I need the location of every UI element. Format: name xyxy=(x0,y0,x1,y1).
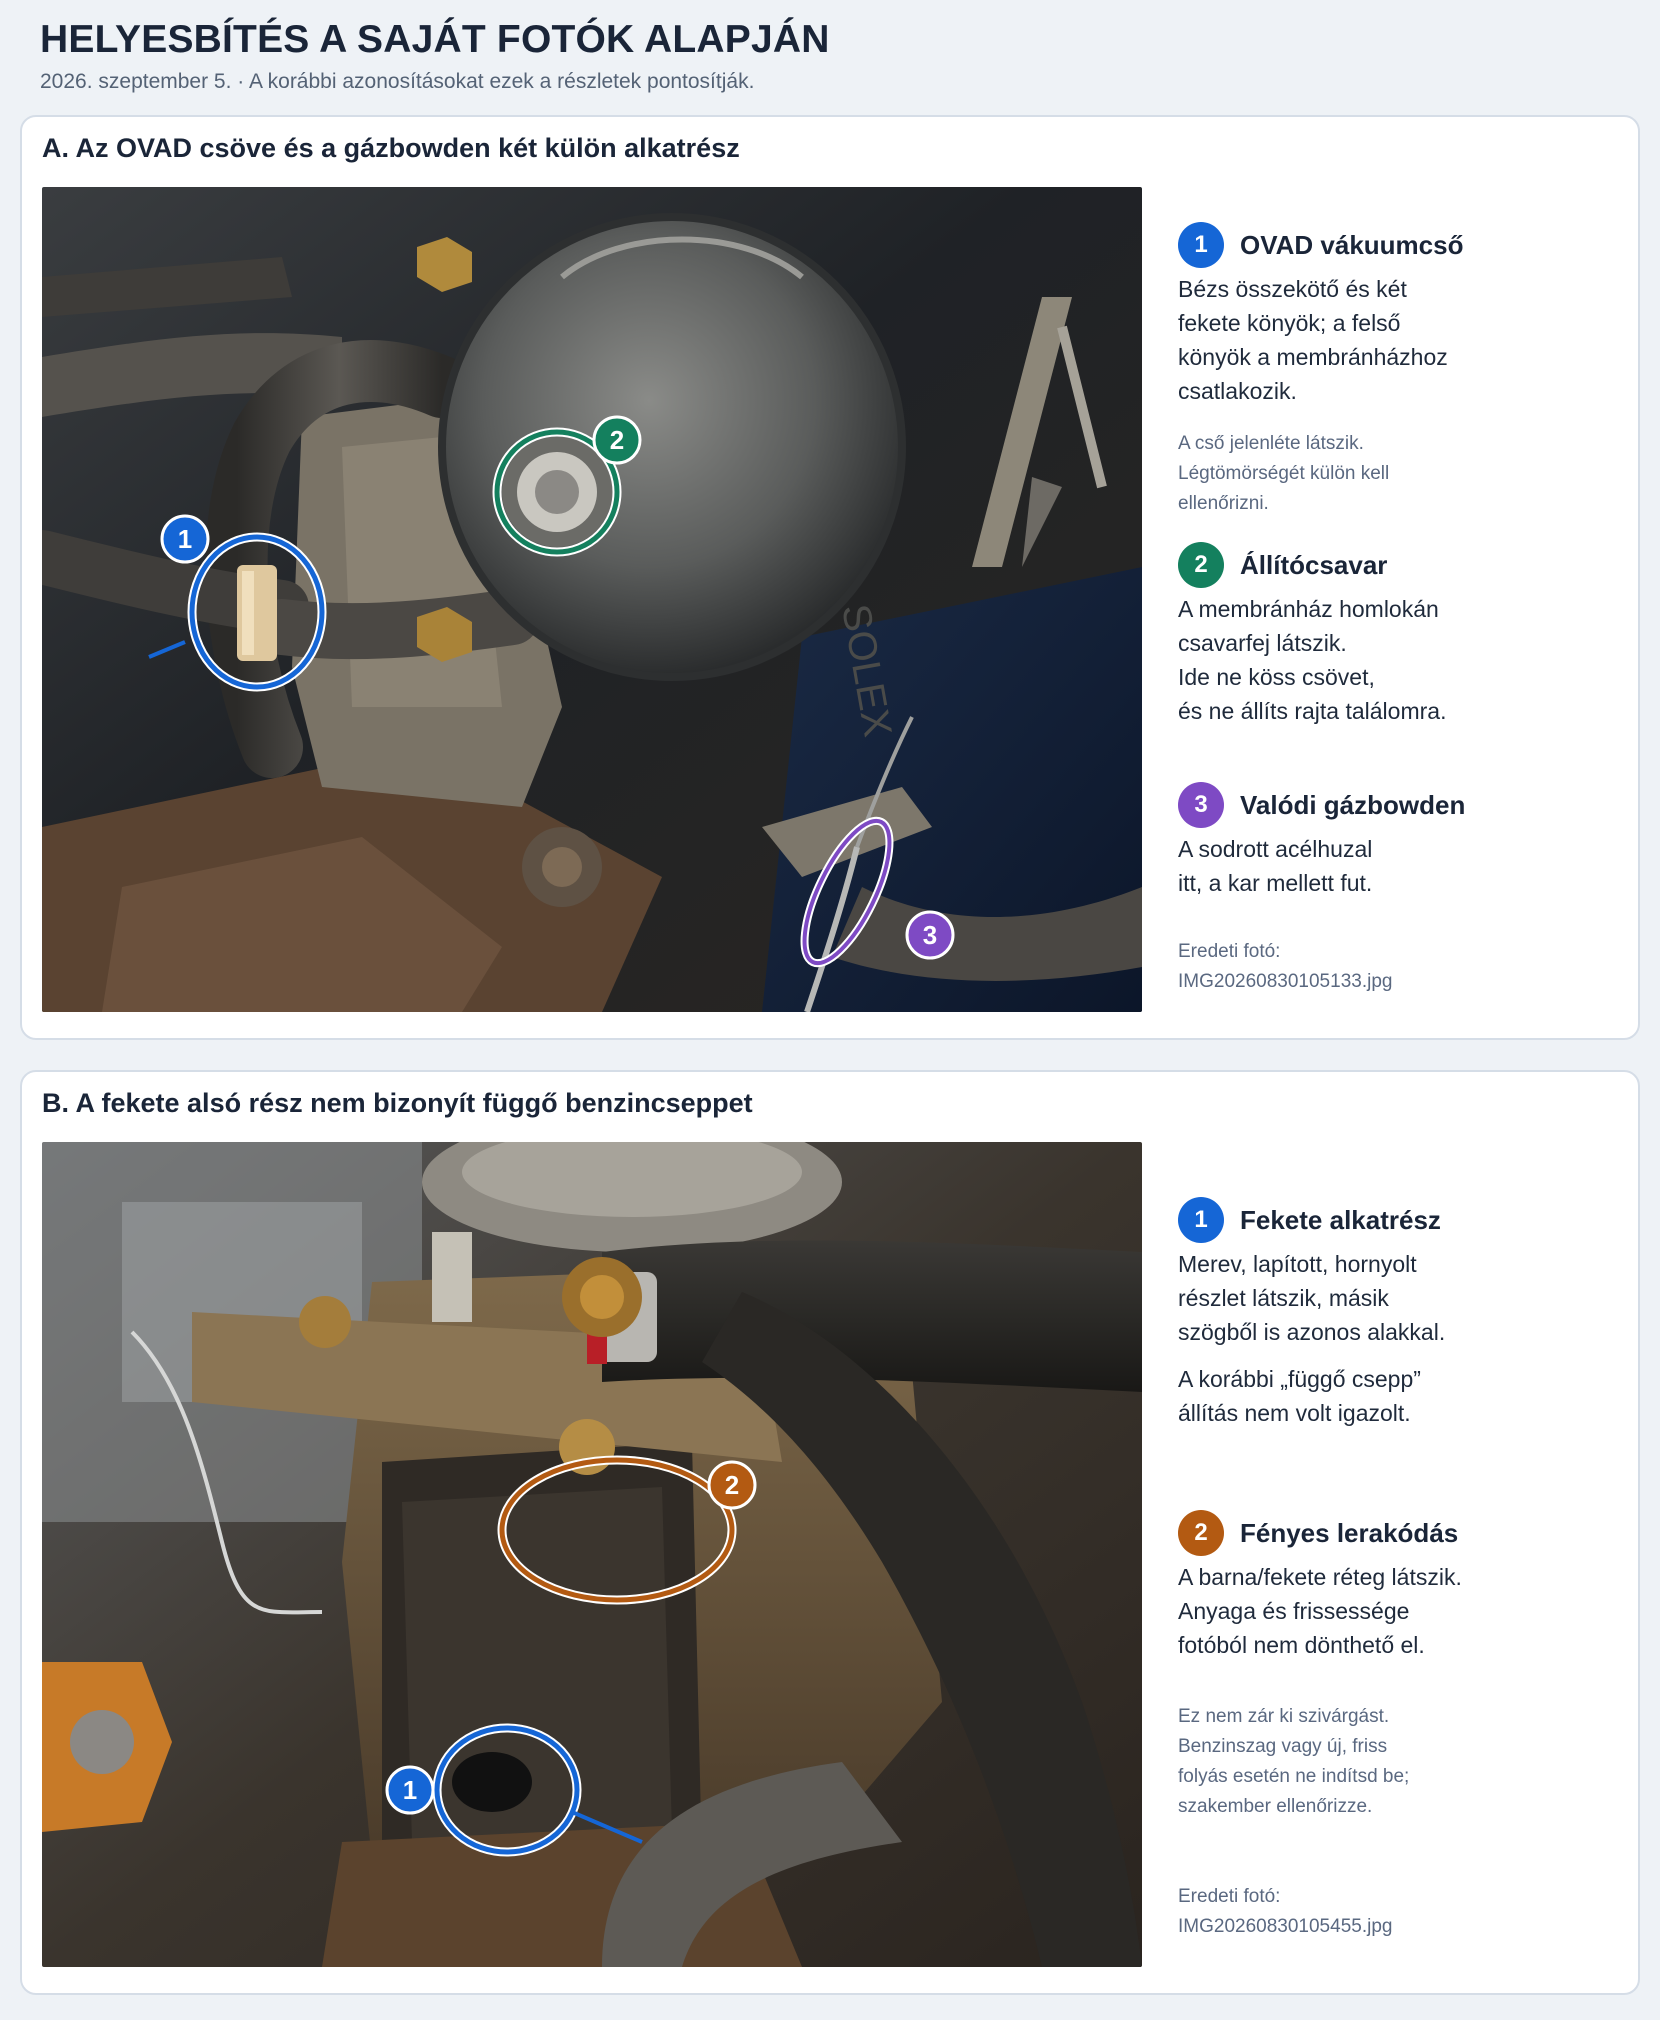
annotation-b-2-body: A barna/fekete réteg látszik. Anyaga és … xyxy=(1178,1564,1462,1658)
number-badge: 1 xyxy=(1178,1197,1224,1243)
annotation-a-1-note: A cső jelenléte látszik. Légtömörségét k… xyxy=(1178,433,1390,514)
page-subtitle: 2026. szeptember 5. · A korábbi azonosít… xyxy=(40,70,755,93)
annotation-b-1-body-2: A korábbi „függő csepp” állítás nem volt… xyxy=(1178,1366,1421,1426)
annotation-a-2-body: A membránház homlokán csavarfej látszik.… xyxy=(1178,596,1447,724)
annotation-a-1-heading: 1 OVAD vákuumcső xyxy=(1178,222,1463,268)
marker-a-2: 2 xyxy=(592,415,642,465)
annotation-title: Fekete alkatrész xyxy=(1240,1204,1441,1235)
annotation-title: Állítócsavar xyxy=(1240,549,1388,580)
section-b-source: Eredeti fotó: IMG20260830105455.jpg xyxy=(1178,1886,1393,1937)
warning-note: Ez nem zár ki szivárgást. Benzinszag vag… xyxy=(1178,1706,1410,1817)
annotation-a-1-body: Bézs összekötő és két fekete könyök; a f… xyxy=(1178,276,1448,404)
number-badge: 2 xyxy=(1178,542,1224,588)
section-b-photo: 2 1 xyxy=(42,1142,1142,1967)
annotation-b-2-heading: 2 Fényes lerakódás xyxy=(1178,1510,1458,1556)
svg-text:2: 2 xyxy=(610,425,624,455)
section-a-card: A. Az OVAD csöve és a gázbowden két külö… xyxy=(20,115,1640,1040)
section-a-title: A. Az OVAD csöve és a gázbowden két külö… xyxy=(42,133,740,163)
section-a-source: Eredeti fotó: IMG20260830105133.jpg xyxy=(1178,941,1393,992)
svg-text:3: 3 xyxy=(923,920,937,950)
annotation-b-1-body: Merev, lapított, hornyolt részlet látszi… xyxy=(1178,1251,1446,1345)
number-badge: 2 xyxy=(1178,1510,1224,1556)
svg-text:2: 2 xyxy=(725,1470,739,1500)
annotation-b-1-heading: 1 Fekete alkatrész xyxy=(1178,1197,1441,1243)
section-b-card: B. A fekete alsó rész nem bizonyít függő… xyxy=(20,1070,1640,1995)
marker-a-3: 3 xyxy=(905,910,955,960)
marker-b-1: 1 xyxy=(385,1765,435,1815)
annotation-title: OVAD vákuumcső xyxy=(1240,229,1464,260)
number-badge: 3 xyxy=(1178,782,1224,828)
section-a-photo: SOLEX 1 2 3 xyxy=(42,187,1142,1012)
svg-text:1: 1 xyxy=(178,524,192,554)
svg-text:1: 1 xyxy=(403,1775,417,1805)
annotation-title: Valódi gázbowden xyxy=(1240,789,1466,820)
annotation-a-3-body: A sodrott acélhuzal itt, a kar mellett f… xyxy=(1178,836,1373,896)
annotation-a-3-heading: 3 Valódi gázbowden xyxy=(1178,782,1465,828)
marker-a-1: 1 xyxy=(160,514,210,564)
page-title: HELYESBÍTÉS A SAJÁT FOTÓK ALAPJÁN xyxy=(40,18,830,61)
marker-b-2: 2 xyxy=(707,1460,757,1510)
section-b-title: B. A fekete alsó rész nem bizonyít függő… xyxy=(42,1088,753,1118)
annotation-a-2-heading: 2 Állítócsavar xyxy=(1178,542,1387,588)
number-badge: 1 xyxy=(1178,222,1224,268)
annotation-title: Fényes lerakódás xyxy=(1240,1517,1459,1548)
